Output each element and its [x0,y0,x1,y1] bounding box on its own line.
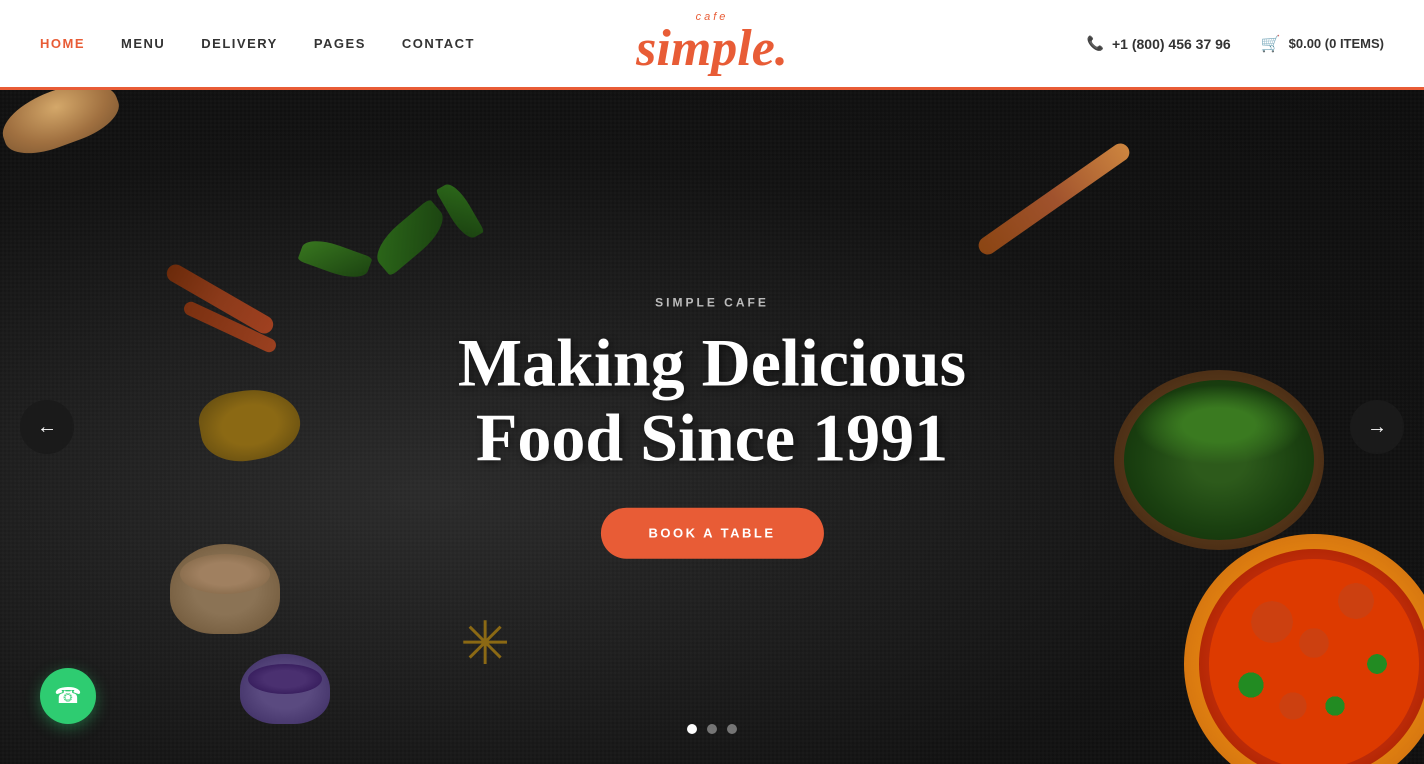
nav-menu[interactable]: MENU [121,36,165,51]
phone-area[interactable]: 📞 +1 (800) 456 37 96 [1087,35,1231,52]
book-table-button[interactable]: BOOK A TABLE [600,507,823,558]
star-anise-decoration: ✳ [460,614,530,684]
phone-icon: 📞 [1087,35,1104,52]
cart-icon: 🛒 [1261,34,1281,54]
hero-title-line2: Food Since 1991 [476,400,948,476]
slider-dot-3[interactable] [727,724,737,734]
phone-number: +1 (800) 456 37 96 [1112,36,1231,52]
slider-dot-1[interactable] [687,724,697,734]
nav-contact[interactable]: CONTACT [402,36,475,51]
slider-dot-2[interactable] [707,724,717,734]
float-call-button[interactable]: ☎ [40,668,96,724]
header-right: 📞 +1 (800) 456 37 96 🛒 $0.00 (0 ITEMS) [1087,34,1384,54]
greens-bowl-decoration [1114,370,1324,550]
slider-dots [687,724,737,734]
float-call-icon: ☎ [54,683,81,709]
hero-title: Making Delicious Food Since 1991 [458,326,966,476]
main-nav: HOME MENU DELIVERY PAGES CONTACT [40,36,475,51]
slider-prev-button[interactable]: ← [20,400,74,454]
cart-total: $0.00 (0 ITEMS) [1289,36,1384,51]
nav-pages[interactable]: PAGES [314,36,366,51]
nav-delivery[interactable]: DELIVERY [201,36,278,51]
hero-subtitle: SIMPLE CAFE [458,296,966,310]
nav-home[interactable]: HOME [40,36,85,51]
hero-title-line1: Making Delicious [458,325,966,401]
header: HOME MENU DELIVERY PAGES CONTACT cafe si… [0,0,1424,90]
slider-next-button[interactable]: → [1350,400,1404,454]
hero-content: SIMPLE CAFE Making Delicious Food Since … [458,296,966,559]
cart-area[interactable]: 🛒 $0.00 (0 ITEMS) [1261,34,1384,54]
hero-section: ✳ SIMPLE CAFE Making Delicious Food Sinc… [0,90,1424,764]
spice-bowl-decoration [170,544,280,634]
logo-name-text: simple. [636,20,788,77]
logo[interactable]: cafe simple. [636,12,788,75]
small-bowl-decoration [240,654,330,724]
